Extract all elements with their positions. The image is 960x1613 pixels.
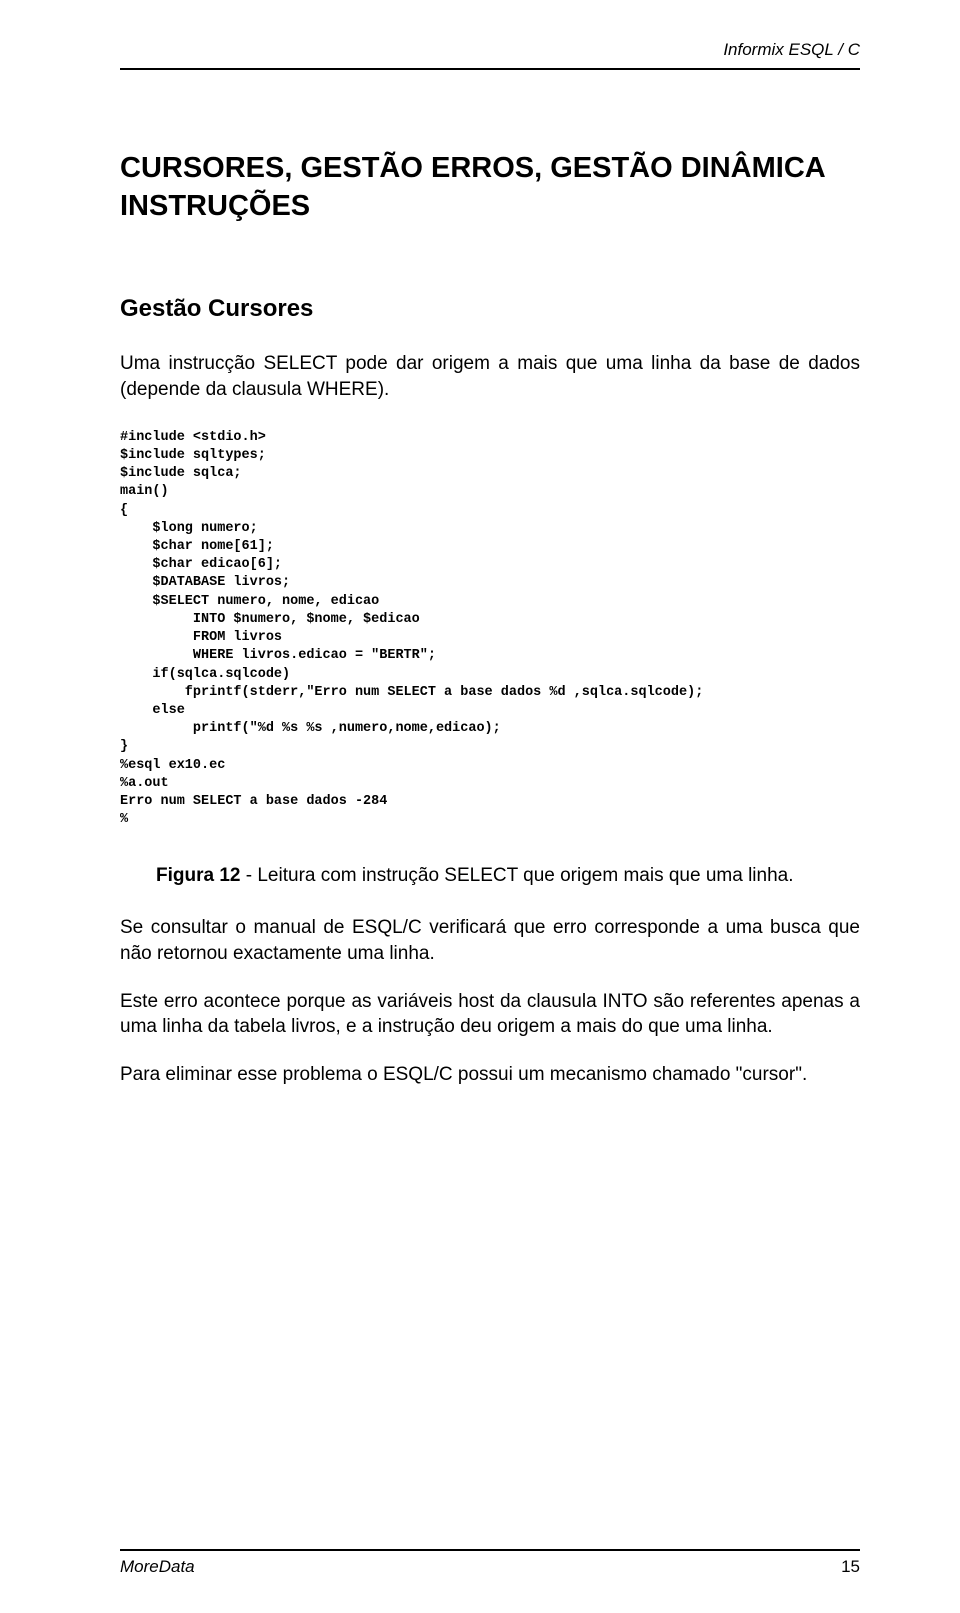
heading-line-1: CURSORES, GESTÃO ERROS, GESTÃO DINÂMICA bbox=[120, 152, 826, 184]
code-listing: #include <stdio.h> $include sqltypes; $i… bbox=[120, 429, 860, 830]
figure-caption: Figura 12 - Leitura com instrução SELECT… bbox=[156, 865, 860, 887]
body-paragraph-4: Para eliminar esse problema o ESQL/C pos… bbox=[120, 1062, 860, 1088]
page-number: 15 bbox=[841, 1557, 860, 1577]
heading-line-2: INSTRUÇÕES bbox=[120, 190, 310, 222]
header-rule bbox=[120, 68, 860, 70]
header-title: Informix ESQL / C bbox=[723, 40, 860, 59]
section-heading: CURSORES, GESTÃO ERROS, GESTÃO DINÂMICA … bbox=[120, 150, 860, 225]
page-footer: MoreData 15 bbox=[120, 1549, 860, 1577]
intro-paragraph: Uma instrucção SELECT pode dar origem a … bbox=[120, 351, 860, 402]
body-paragraph-2: Se consultar o manual de ESQL/C verifica… bbox=[120, 915, 860, 966]
running-header: Informix ESQL / C bbox=[120, 40, 860, 60]
subsection-heading: Gestão Cursores bbox=[120, 295, 860, 323]
figure-label: Figura 12 bbox=[156, 865, 240, 886]
footer-left-text: MoreData bbox=[120, 1557, 195, 1577]
figure-caption-text: - Leitura com instrução SELECT que orige… bbox=[240, 865, 793, 886]
footer-rule bbox=[120, 1549, 860, 1551]
body-paragraph-3: Este erro acontece porque as variáveis h… bbox=[120, 989, 860, 1040]
